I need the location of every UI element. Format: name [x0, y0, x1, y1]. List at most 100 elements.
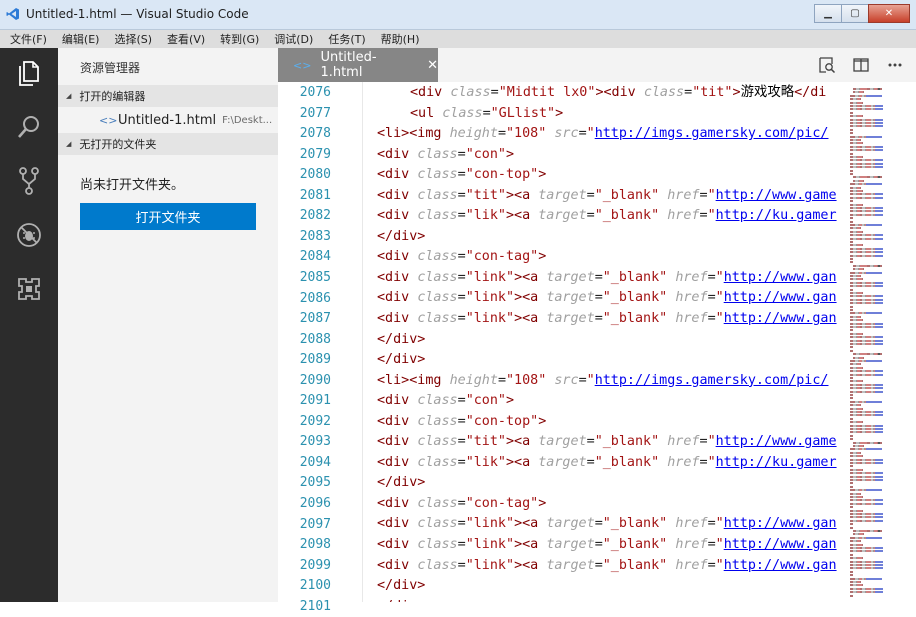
line-number-gutter: 2076 2077 2078 2079 2080 2081 2082 2083 2084 2085…	[278, 82, 363, 614]
minimap-line	[862, 584, 863, 587]
minimap-line	[875, 387, 883, 390]
code-token-attr: class	[417, 146, 458, 162]
code-token-tag: <div	[377, 393, 418, 409]
code-token-str: "	[715, 269, 724, 285]
tab-untitled-1[interactable]: <> Untitled-1.html ✕	[278, 48, 438, 82]
minimap-line	[875, 564, 883, 566]
code-token-str: "_blank"	[602, 269, 676, 285]
minimap-line	[860, 451, 861, 454]
menu-view[interactable]: 查看(V)	[158, 31, 211, 47]
code-token-op: =	[457, 557, 466, 573]
maximize-button[interactable]: ▢	[841, 4, 869, 23]
code-token-attr: href	[675, 557, 708, 573]
minimap-line	[862, 455, 863, 458]
minimap-line	[875, 370, 883, 373]
menu-bar: 文件(F) 编辑(E) 选择(S) 查看(V) 转到(G) 调试(D) 任务(T…	[0, 30, 916, 48]
code-token-url[interactable]: http://ku.gamer	[716, 208, 837, 223]
code-token-op: =	[586, 187, 595, 203]
line-number: 2078	[278, 124, 362, 145]
code-token-attr: href	[667, 434, 700, 450]
close-window-button[interactable]: ✕	[868, 4, 910, 23]
menu-goto[interactable]: 转到(G)	[211, 31, 265, 47]
minimap-line	[875, 162, 883, 165]
code-token-url[interactable]: http://www.gan	[724, 270, 837, 285]
more-actions-icon[interactable]	[886, 56, 904, 74]
line-number-text: 2100	[299, 578, 331, 594]
code-token-url[interactable]: http://ku.gamer	[716, 455, 837, 470]
open-folder-button[interactable]: 打开文件夹	[80, 203, 256, 230]
menu-selection[interactable]: 选择(S)	[105, 31, 158, 47]
minimap-line	[875, 513, 883, 515]
minimize-button[interactable]: ▁	[814, 4, 842, 23]
minimap-line	[866, 536, 882, 539]
extensions-icon[interactable]	[14, 274, 44, 304]
code-token-tag: ><a	[506, 434, 539, 450]
code-token-url[interactable]: http://www.game	[716, 188, 837, 203]
code-token-op: =	[457, 537, 466, 553]
code-token-tag: </div>	[377, 352, 426, 368]
code-line: </div>	[362, 227, 846, 248]
minimap-line	[862, 509, 863, 512]
menu-debug[interactable]: 调试(D)	[265, 31, 319, 47]
code-token-attr: src	[554, 126, 579, 142]
code-token-str: "con-tag"	[465, 249, 539, 265]
minimap-line	[875, 516, 883, 519]
menu-file[interactable]: 文件(F)	[0, 31, 53, 47]
code-token-tag: <div	[410, 85, 451, 100]
minimap-line	[850, 377, 853, 379]
code-token-url[interactable]: http://www.gan	[724, 516, 837, 531]
code-token-tag: </div>	[377, 331, 426, 347]
code-token-url[interactable]: http://imgs.gamersky.com/pic/	[595, 373, 829, 388]
source-control-icon[interactable]	[14, 166, 44, 196]
code-token-tag: ><a	[506, 454, 539, 470]
line-number: 2094	[278, 453, 362, 474]
menu-edit[interactable]: 编辑(E)	[53, 31, 106, 47]
code-token-op: =	[578, 126, 587, 142]
minimap-line	[875, 519, 883, 522]
line-number-text: 2097	[299, 516, 331, 532]
code-token-str: "con-top"	[465, 413, 539, 429]
explorer-icon[interactable]	[14, 58, 44, 88]
debug-icon[interactable]	[14, 220, 44, 250]
code-token-op: =	[497, 126, 506, 142]
minimap-line	[862, 292, 863, 294]
minimap-line	[860, 492, 861, 495]
code-token-op: =	[457, 269, 466, 285]
open-editor-item[interactable]: <> Untitled-1.html F:\Deskt...	[58, 109, 278, 131]
code-editor[interactable]: <div class="Midtit lx0"><div class="tit"…	[362, 82, 846, 602]
line-number: 2090	[278, 371, 362, 392]
minimap-line	[875, 234, 883, 237]
code-token-url[interactable]: http://www.gan	[724, 558, 837, 573]
code-token-url[interactable]: http://www.gan	[724, 290, 837, 305]
open-preview-icon[interactable]	[818, 56, 836, 74]
menu-help[interactable]: 帮助(H)	[372, 31, 426, 47]
close-tab-icon[interactable]: ✕	[427, 58, 438, 73]
tab-label: Untitled-1.html	[320, 50, 377, 80]
minimap-line	[875, 125, 883, 128]
code-token-url[interactable]: http://www.gan	[724, 537, 837, 552]
code-token-op: =	[457, 434, 466, 450]
minimap-line	[862, 230, 863, 233]
code-token-op: =	[457, 454, 466, 470]
code-line: </div>	[362, 473, 846, 494]
minimap-line	[862, 421, 863, 424]
split-editor-icon[interactable]	[852, 56, 870, 74]
minimap[interactable]	[846, 82, 916, 602]
code-token-url[interactable]: http://www.game	[716, 434, 837, 449]
search-icon[interactable]	[14, 112, 44, 142]
line-number: 2081	[278, 186, 362, 207]
code-token-str: "link"	[465, 537, 515, 553]
code-token-attr: target	[538, 208, 587, 224]
code-token-tag: <li><img	[377, 372, 450, 388]
minimap-line	[866, 224, 882, 226]
no-folder-header[interactable]: ◢ 无打开的文件夹	[58, 133, 278, 155]
open-editors-header[interactable]: ◢ 打开的编辑器	[58, 85, 278, 107]
code-token-str: "	[715, 537, 724, 553]
minimap-line	[862, 101, 863, 104]
code-token-url[interactable]: http://imgs.gamersky.com/pic/	[595, 126, 829, 141]
code-token-str: "_blank"	[602, 311, 676, 327]
minimap-line	[866, 489, 882, 492]
menu-tasks[interactable]: 任务(T)	[319, 31, 371, 47]
code-line: <li><img height="108" src="http://imgs.g…	[362, 371, 846, 392]
code-token-url[interactable]: http://www.gan	[724, 311, 837, 326]
